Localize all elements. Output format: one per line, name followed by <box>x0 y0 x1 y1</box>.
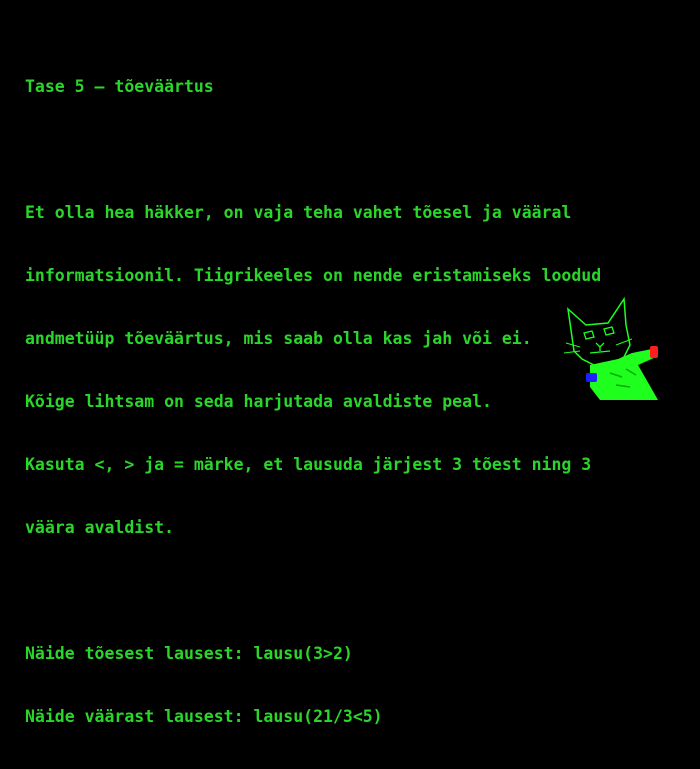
example-true: Näide tõesest lausest: lausu(3>2) <box>25 644 353 663</box>
game-screen: Tase 5 – tõeväärtus Et olla hea häkker, … <box>0 0 700 726</box>
paragraph-line: informatsioonil. Tiigrikeeles on nende e… <box>25 266 602 285</box>
example-false: Näide väärast lausest: lausu(21/3<5) <box>25 707 383 726</box>
cat-hand-blue <box>586 373 597 382</box>
tiger-cat-icon <box>563 296 658 400</box>
level-text-block: Tase 5 – tõeväärtus Et olla hea häkker, … <box>25 34 695 769</box>
cat-hand-red <box>650 346 658 358</box>
paragraph-line: väära avaldist. <box>25 518 175 537</box>
paragraph-line: Et olla hea häkker, on vaja teha vahet t… <box>25 203 572 222</box>
cat-head-outline <box>566 296 631 366</box>
paragraph-line: Kasuta <, > ja = märke, et lausuda järje… <box>25 455 592 474</box>
level-title: Tase 5 – tõeväärtus <box>25 77 214 96</box>
